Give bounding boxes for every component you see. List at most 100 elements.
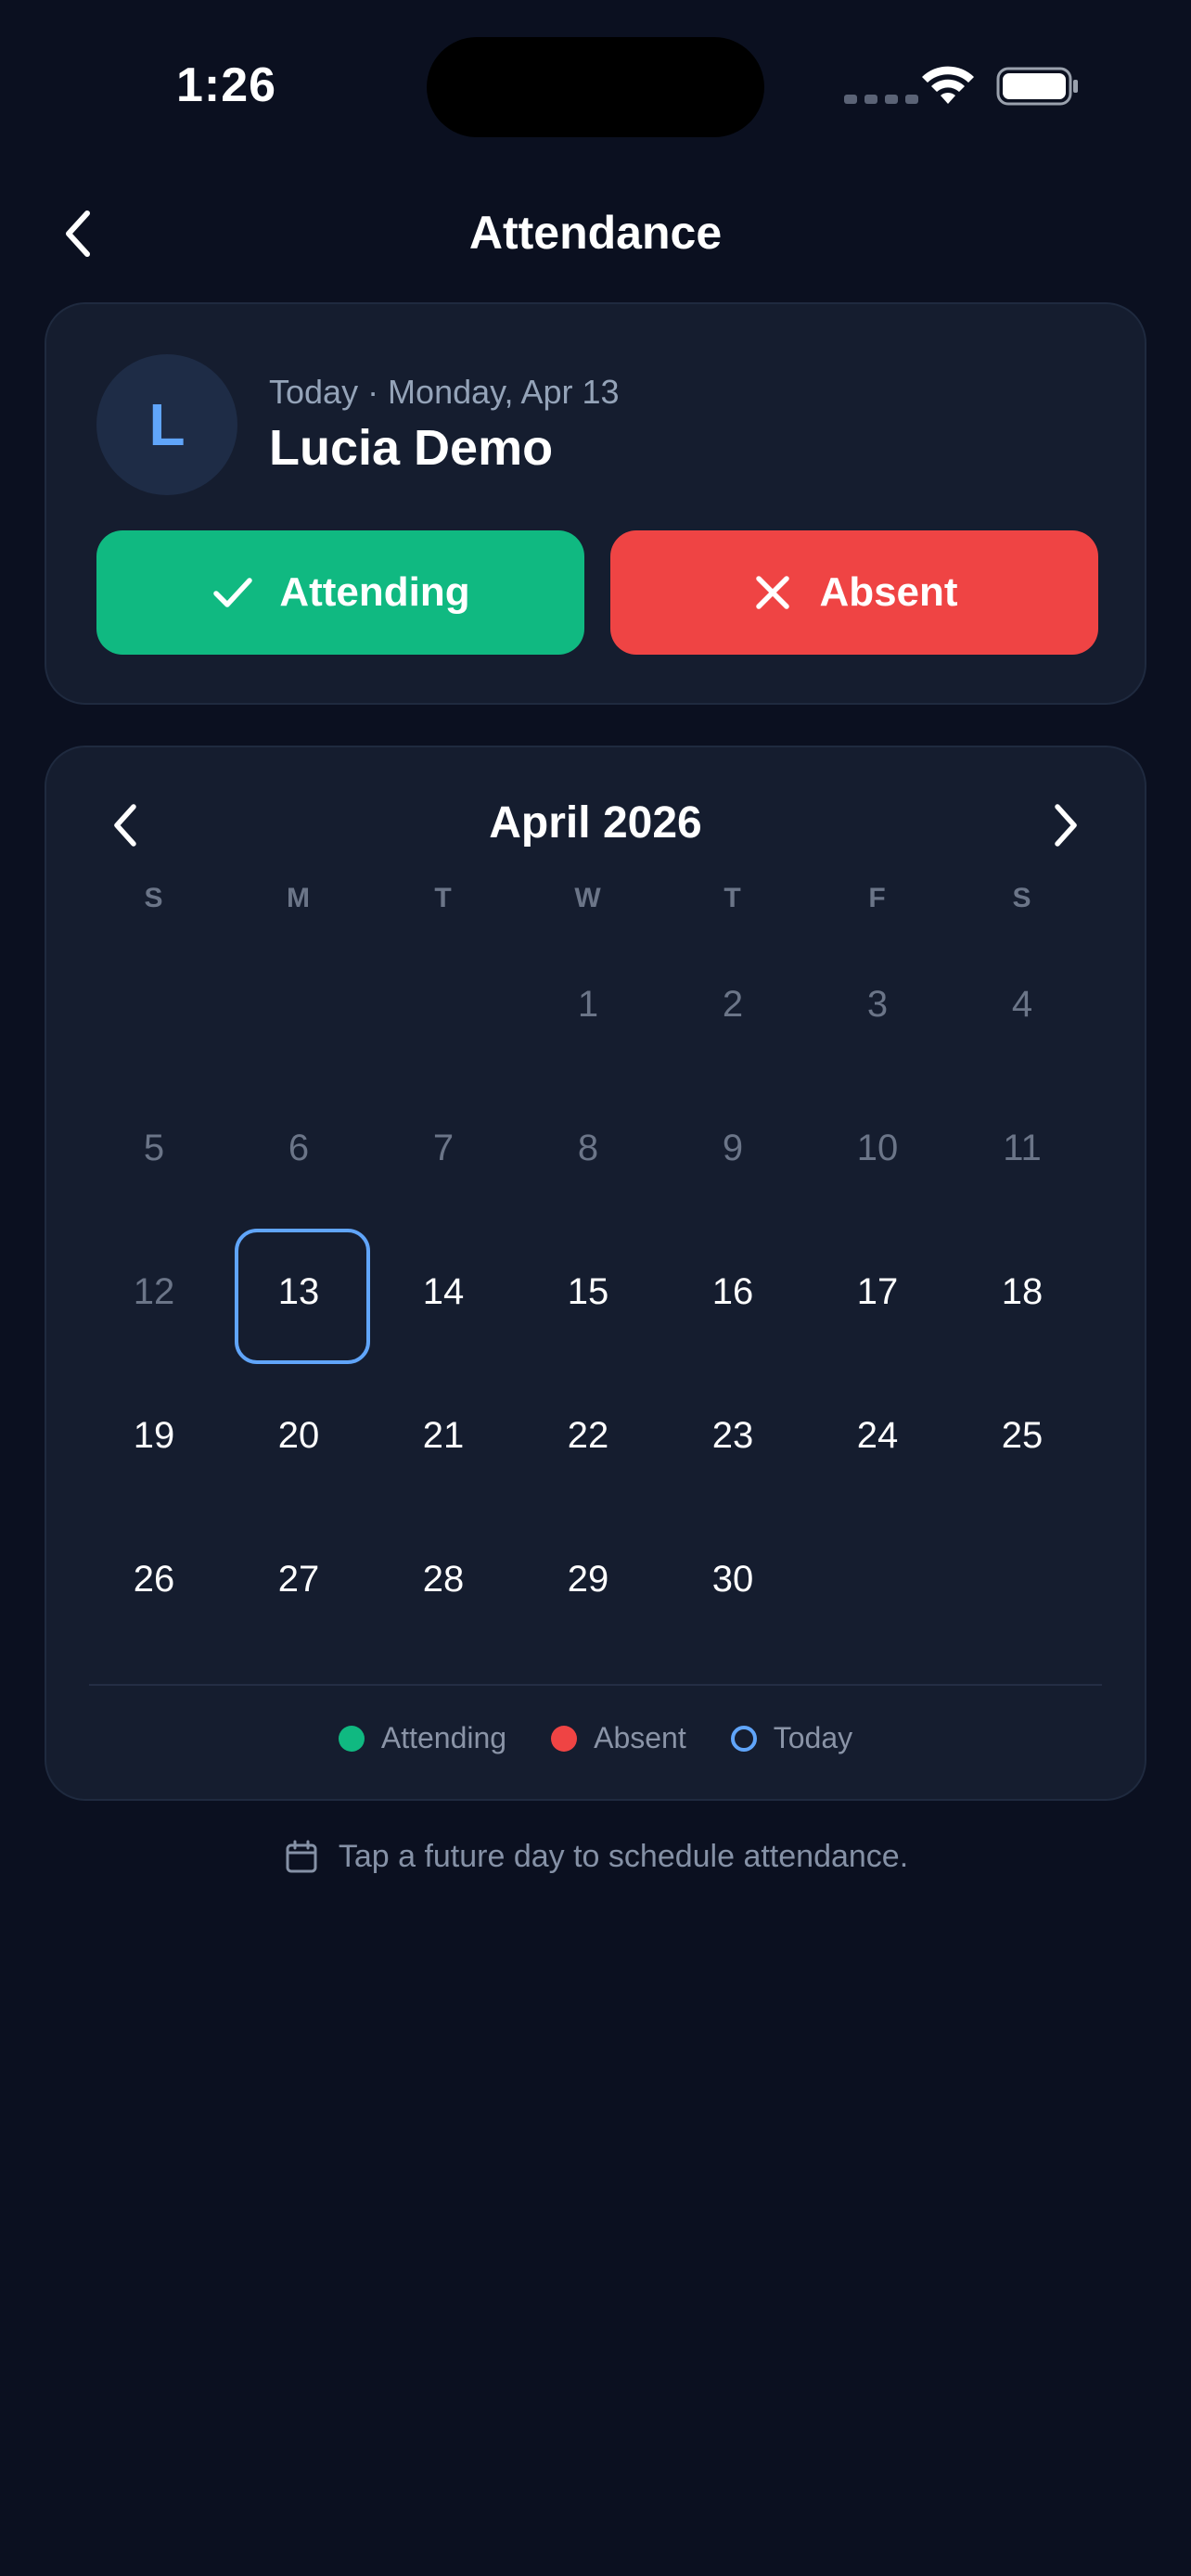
attending-button-label: Attending: [279, 569, 470, 615]
calendar-day[interactable]: 19: [82, 1364, 226, 1508]
weekday-label: T: [434, 883, 453, 913]
attendance-screen: 1:26 Attendance L Today · Monday, Apr 13…: [0, 0, 1191, 2576]
calendar-day-number: 22: [567, 1415, 609, 1456]
calendar-day-number: 23: [711, 1415, 754, 1456]
dynamic-island: [427, 37, 764, 137]
page-title: Attendance: [468, 207, 723, 259]
calendar-day-number: 14: [422, 1271, 465, 1312]
calendar-day-number: 11: [1003, 1128, 1042, 1168]
calendar-day[interactable]: 28: [371, 1508, 516, 1651]
next-month-button[interactable]: [1046, 799, 1083, 851]
calendar-day-number: 24: [856, 1415, 899, 1456]
legend-attending-label: Attending: [380, 1721, 507, 1754]
calendar-day: 9: [660, 1077, 805, 1220]
calendar-day-number: 28: [422, 1559, 465, 1600]
calendar-day: 10: [805, 1077, 950, 1220]
calendar-day[interactable]: 23: [660, 1364, 805, 1508]
legend-today-label: Today: [773, 1721, 853, 1754]
calendar-day[interactable]: 30: [660, 1508, 805, 1651]
calendar-day-number: 29: [567, 1559, 609, 1600]
check-icon: [213, 578, 253, 607]
calendar-day-number: 8: [577, 1128, 599, 1168]
calendar-card: April 2026 S M T W T F S 1 2 3 4 5 6 7 8 9 10 11 12…: [45, 746, 1146, 1801]
status-time: 1:26: [176, 58, 277, 112]
today-card: L Today · Monday, Apr 13 Lucia Demo Atte…: [45, 302, 1146, 705]
battery-icon: [996, 67, 1078, 106]
calendar-day: 5: [82, 1077, 226, 1220]
absent-dot-icon: [551, 1725, 578, 1752]
calendar-day-number: 3: [866, 984, 889, 1025]
calendar-day[interactable]: 26: [82, 1508, 226, 1651]
calendar-day: 7: [371, 1077, 516, 1220]
calendar-day-number: 20: [277, 1415, 320, 1456]
calendar-day-number: 30: [711, 1559, 754, 1600]
calendar-day-number: 12: [133, 1271, 175, 1312]
calendar-day: 1: [516, 933, 660, 1077]
calendar-day-today[interactable]: 13: [226, 1220, 371, 1364]
calendar-day: 6: [226, 1077, 371, 1220]
legend-absent: Absent: [551, 1721, 686, 1755]
calendar-legend: Attending Absent Today: [46, 1721, 1145, 1755]
attending-dot-icon: [338, 1725, 365, 1752]
calendar-day[interactable]: 21: [371, 1364, 516, 1508]
calendar-day[interactable]: 15: [516, 1220, 660, 1364]
calendar-day-number: 13: [277, 1271, 320, 1312]
calendar-day: 3: [805, 933, 950, 1077]
absent-button-label: Absent: [819, 569, 958, 615]
month-title: April 2026: [489, 798, 702, 848]
calendar-day-number: 18: [1001, 1271, 1044, 1312]
calendar-day-number: 15: [567, 1271, 609, 1312]
calendar-empty-cell: [371, 933, 516, 1077]
calendar-day-number: 5: [143, 1128, 165, 1168]
legend-absent-label: Absent: [594, 1721, 686, 1754]
calendar-day[interactable]: 27: [226, 1508, 371, 1651]
calendar-day[interactable]: 16: [660, 1220, 805, 1364]
calendar-day[interactable]: 24: [805, 1364, 950, 1508]
calendar-day-number: 9: [722, 1128, 744, 1168]
calendar-day: 12: [82, 1220, 226, 1364]
calendar-day-number: 7: [432, 1128, 455, 1168]
calendar-day[interactable]: 29: [516, 1508, 660, 1651]
avatar: L: [96, 354, 237, 495]
wifi-icon: [922, 66, 974, 104]
calendar-day-number: 2: [722, 984, 744, 1025]
calendar-day-number: 1: [577, 984, 599, 1025]
today-date-label: Today · Monday, Apr 13: [269, 373, 620, 411]
attending-button[interactable]: Attending: [96, 530, 584, 655]
calendar-day-number: 27: [277, 1559, 320, 1600]
calendar-grid: 1 2 3 4 5 6 7 8 9 10 11 12 13 14 15 16 17 18 19 20 21 22 23 24 2…: [82, 933, 1095, 1651]
calendar-day: 8: [516, 1077, 660, 1220]
absent-button[interactable]: Absent: [610, 530, 1098, 655]
calendar-day-number: 25: [1001, 1415, 1044, 1456]
legend-attending: Attending: [338, 1721, 507, 1755]
weekday-label: M: [287, 883, 311, 913]
calendar-day-number: 4: [1011, 984, 1033, 1025]
calendar-day[interactable]: 17: [805, 1220, 950, 1364]
calendar-empty-cell: [226, 933, 371, 1077]
weekday-label: F: [868, 883, 887, 913]
calendar-day: 2: [660, 933, 805, 1077]
cellular-signal-icon: [844, 95, 918, 104]
calendar-day[interactable]: 20: [226, 1364, 371, 1508]
avatar-initial: L: [148, 391, 186, 458]
divider: [89, 1684, 1102, 1686]
calendar-day-number: 10: [856, 1128, 899, 1168]
calendar-day-number: 16: [711, 1271, 754, 1312]
calendar-day[interactable]: 25: [950, 1364, 1095, 1508]
person-name: Lucia Demo: [269, 420, 554, 476]
calendar-day[interactable]: 18: [950, 1220, 1095, 1364]
calendar-day: 4: [950, 933, 1095, 1077]
calendar-day-number: 19: [133, 1415, 175, 1456]
calendar-day[interactable]: 22: [516, 1364, 660, 1508]
calendar-empty-cell: [82, 933, 226, 1077]
today-ring-icon: [730, 1725, 757, 1752]
calendar-day-number: 26: [133, 1559, 175, 1600]
schedule-hint: Tap a future day to schedule attendance.: [0, 1838, 1191, 1875]
weekday-label: S: [144, 883, 164, 913]
weekday-label: T: [724, 883, 742, 913]
calendar-day[interactable]: 14: [371, 1220, 516, 1364]
calendar-day: 11: [950, 1077, 1095, 1220]
schedule-hint-text: Tap a future day to schedule attendance.: [338, 1838, 909, 1874]
weekday-header: S M T W T F S: [82, 883, 1095, 914]
calendar-icon: [286, 1840, 317, 1873]
